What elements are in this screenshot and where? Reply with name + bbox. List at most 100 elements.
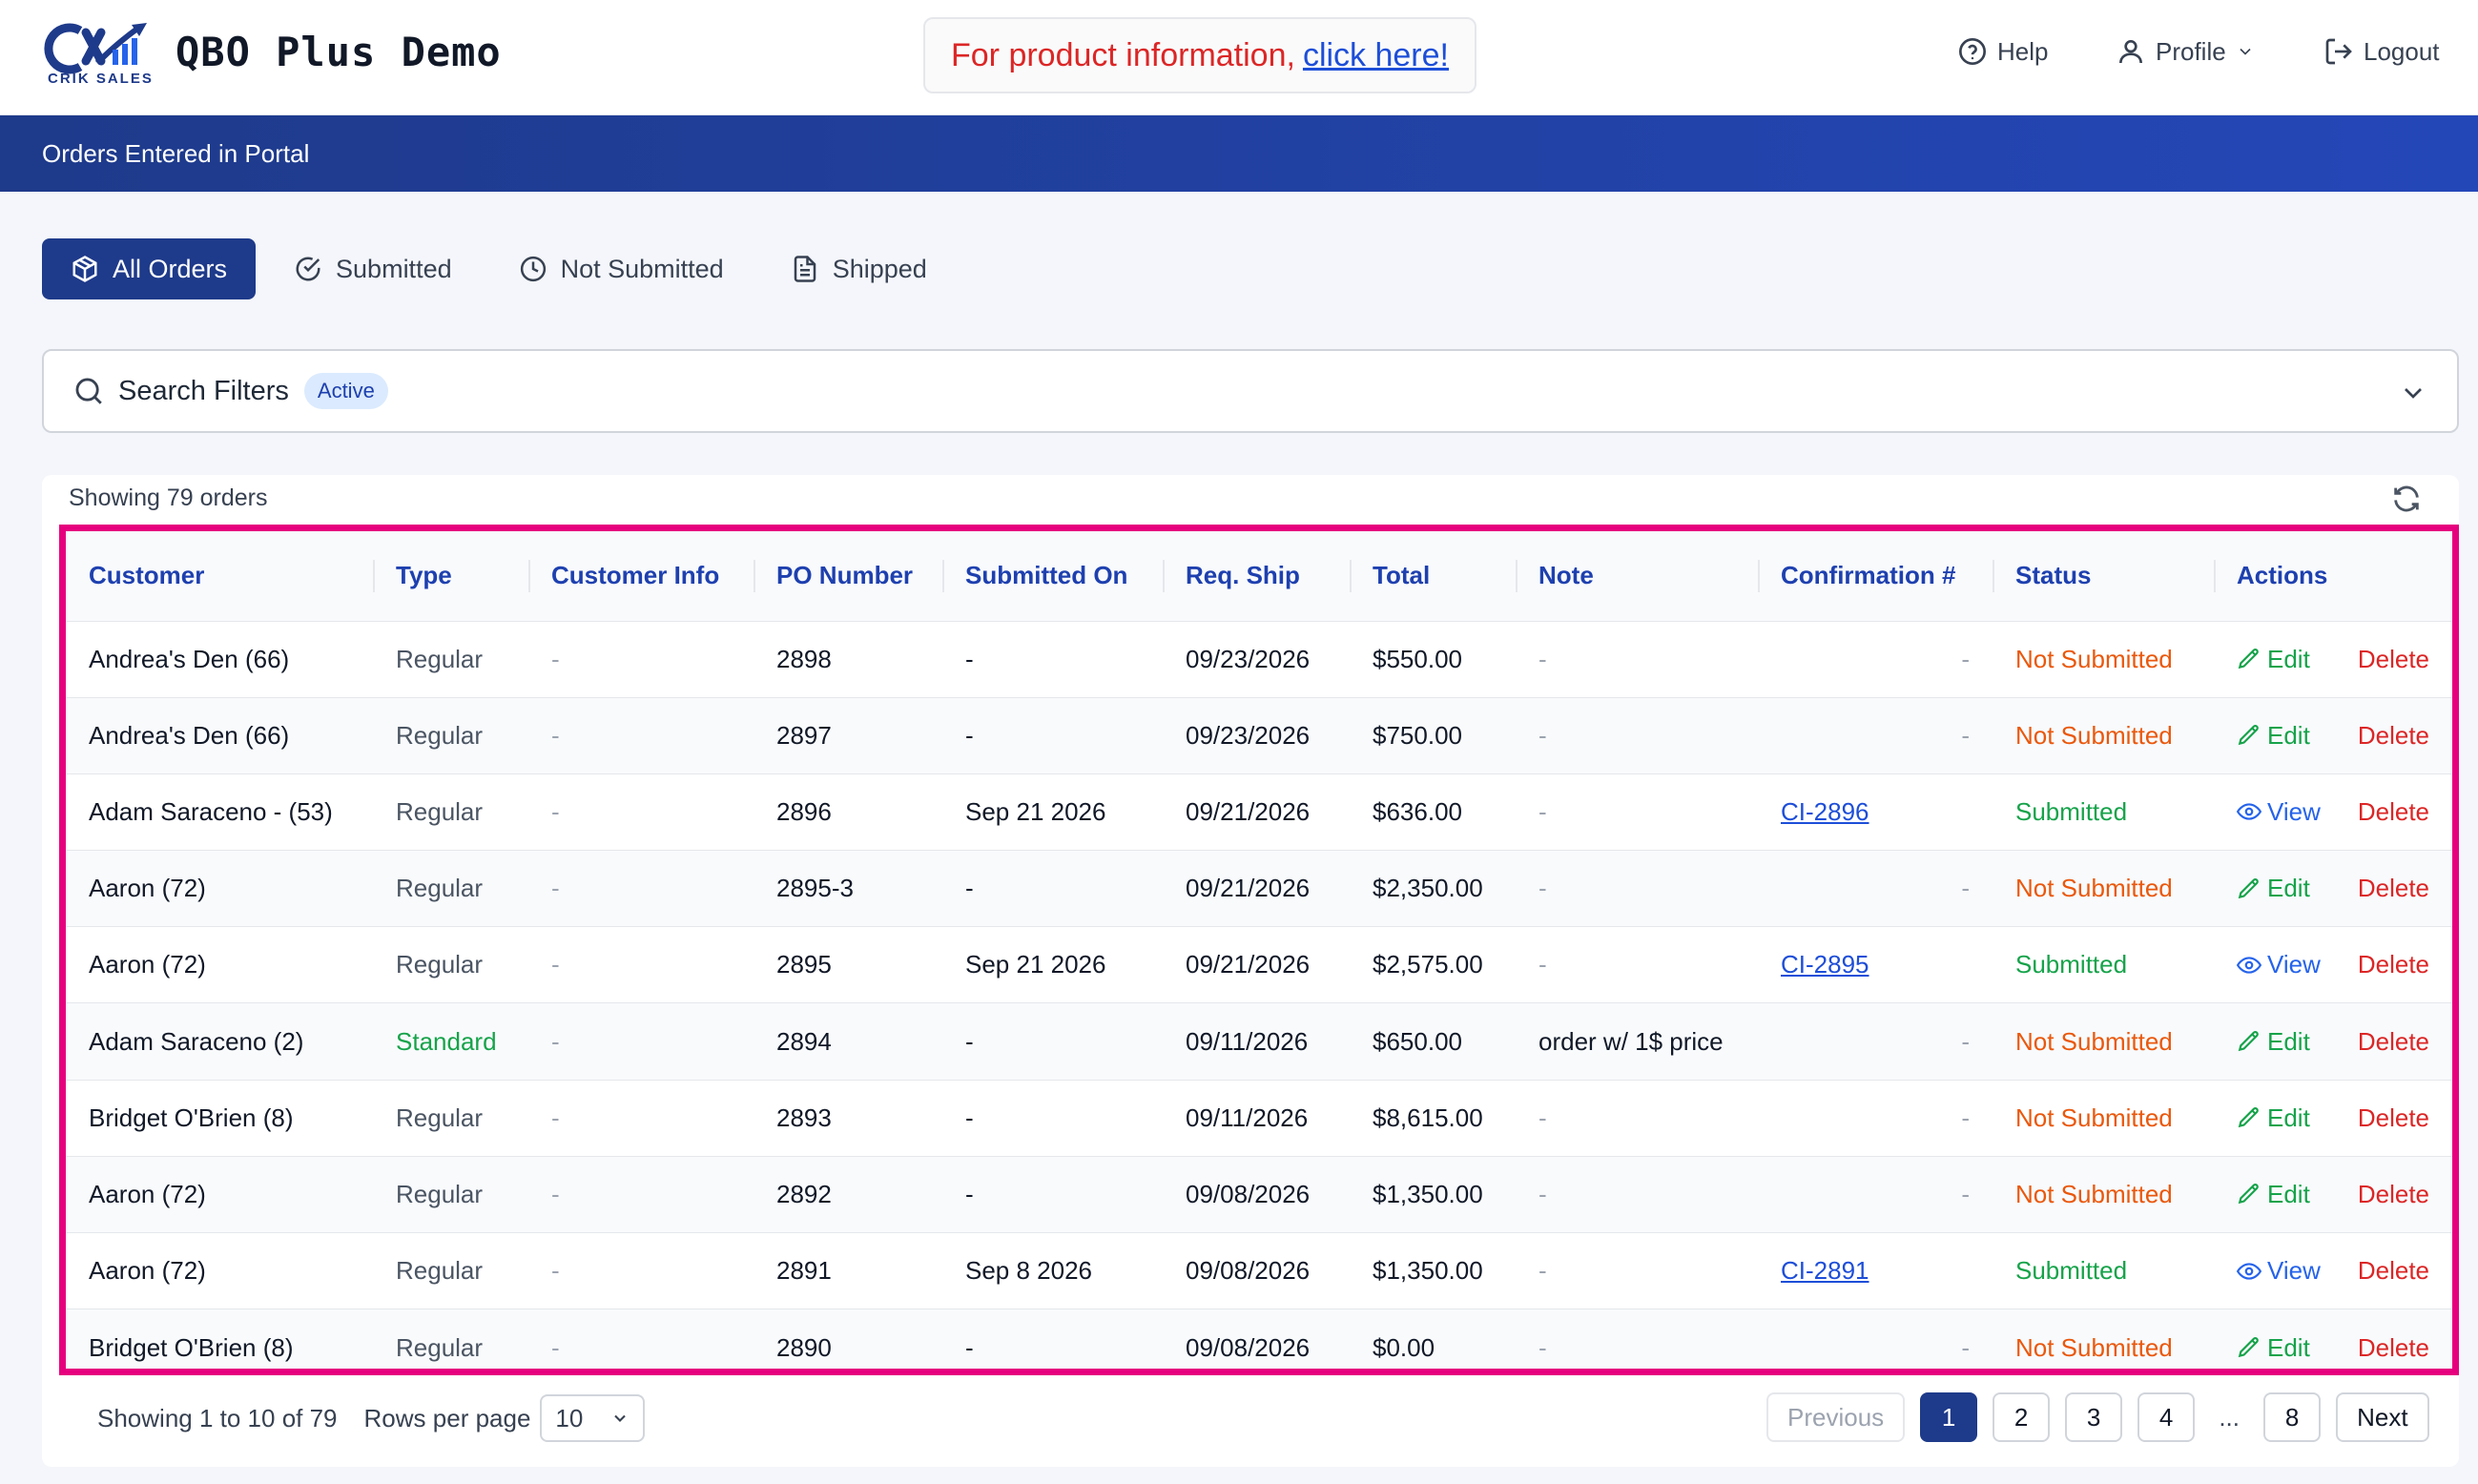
confirmation-link[interactable]: CI-2896 [1781, 797, 1869, 826]
customer-info-cell: - [528, 1079, 754, 1157]
customer-info-cell: - [528, 926, 754, 1003]
total-cell: $8,615.00 [1350, 1079, 1516, 1157]
edit-button[interactable]: Edit [2237, 1333, 2329, 1363]
submitted-on-cell: - [942, 1079, 1163, 1157]
column-header-type[interactable]: Type [373, 531, 528, 621]
page-button-3[interactable]: 3 [2065, 1392, 2123, 1442]
submitted-on-cell: - [942, 620, 1163, 698]
search-filters-toggle[interactable]: Search Filters Active [42, 349, 2459, 433]
confirmation-link[interactable]: CI-2895 [1781, 950, 1869, 979]
promo-link[interactable]: click here! [1303, 37, 1449, 74]
profile-label: Profile [2156, 36, 2226, 66]
column-header-status[interactable]: Status [1993, 531, 2214, 621]
column-header-customer[interactable]: Customer [66, 531, 373, 621]
actions-cell: Edit Delete [2214, 696, 2452, 774]
help-link[interactable]: Help [1957, 36, 2048, 67]
previous-page-button[interactable]: Previous [1766, 1392, 1906, 1442]
column-header-confirmation[interactable]: Confirmation # [1758, 531, 1993, 621]
page-button-1[interactable]: 1 [1920, 1392, 1978, 1442]
delete-button[interactable]: Delete [2358, 645, 2429, 674]
box-icon [72, 256, 97, 282]
edit-button[interactable]: Edit [2237, 1103, 2329, 1133]
delete-button[interactable]: Delete [2358, 797, 2429, 827]
orders-count: Showing 79 orders [69, 484, 268, 511]
promo-text: For product information, [951, 36, 1295, 73]
edit-button[interactable]: Edit [2237, 1180, 2329, 1209]
delete-button[interactable]: Delete [2358, 721, 2429, 751]
actions-cell: Edit Delete [2214, 1155, 2452, 1233]
edit-button[interactable]: Edit [2237, 874, 2329, 903]
column-header-note[interactable]: Note [1516, 531, 1758, 621]
confirmation-link[interactable]: CI-2891 [1781, 1256, 1869, 1285]
delete-button[interactable]: Delete [2358, 1103, 2429, 1133]
eye-icon [2237, 803, 2261, 821]
delete-button[interactable]: Delete [2358, 1027, 2429, 1057]
confirmation-cell: - [1758, 850, 1993, 927]
column-header-po-number[interactable]: PO Number [754, 531, 942, 621]
logout-link[interactable]: Logout [2323, 36, 2440, 67]
page-button-2[interactable]: 2 [1993, 1392, 2051, 1442]
refresh-icon[interactable] [2390, 483, 2423, 515]
tab-submitted[interactable]: Submitted [265, 238, 481, 299]
orders-table-container: Customer Type Customer Info PO Number Su… [59, 525, 2459, 1375]
top-header: CRIK SALES QBO Plus Demo For product inf… [0, 0, 2478, 115]
column-header-total[interactable]: Total [1350, 531, 1516, 621]
column-header-customer-info[interactable]: Customer Info [528, 531, 754, 621]
customer-cell: Aaron (72) [66, 1155, 373, 1233]
submitted-on-cell: - [942, 1309, 1163, 1369]
total-cell: $2,575.00 [1350, 926, 1516, 1003]
pencil-icon [2238, 1337, 2259, 1358]
confirmation-cell: - [1758, 620, 1993, 698]
tab-shipped[interactable]: Shipped [762, 238, 956, 299]
total-cell: $650.00 [1350, 1002, 1516, 1081]
edit-button[interactable]: Edit [2237, 1027, 2329, 1057]
type-cell: Standard [373, 1002, 528, 1081]
chevron-down-icon[interactable] [2398, 378, 2428, 408]
orders-table: Customer Type Customer Info PO Number Su… [66, 531, 2452, 1369]
next-page-button[interactable]: Next [2336, 1392, 2429, 1442]
delete-button[interactable]: Delete [2358, 950, 2429, 979]
pagination: Previous 1 2 3 4 ... 8 Next [1766, 1392, 2429, 1442]
delete-button[interactable]: Delete [2358, 1180, 2429, 1209]
action-label: Edit [2267, 874, 2310, 903]
delete-button[interactable]: Delete [2358, 874, 2429, 903]
tab-not-submitted[interactable]: Not Submitted [490, 238, 753, 299]
total-cell: $2,350.00 [1350, 850, 1516, 927]
total-cell: $0.00 [1350, 1309, 1516, 1369]
customer-cell: Aaron (72) [66, 926, 373, 1003]
type-cell: Regular [373, 773, 528, 851]
req-ship-cell: 09/11/2026 [1163, 1002, 1350, 1081]
page-button-4[interactable]: 4 [2137, 1392, 2196, 1442]
column-header-req-ship[interactable]: Req. Ship [1163, 531, 1350, 621]
table-row: Aaron (72) Regular -2892-09/08/2026 $1,350.… [66, 1155, 2452, 1233]
pencil-icon [2238, 725, 2259, 746]
table-row: Aaron (72) Regular -2891 Sep 8 2026 09/08/20… [66, 1231, 2452, 1309]
table-row: Bridget O'Brien (8) Regular -2893-09/11/20… [66, 1079, 2452, 1157]
page-button-8[interactable]: 8 [2263, 1392, 2322, 1442]
view-button[interactable]: View [2237, 797, 2329, 827]
delete-button[interactable]: Delete [2358, 1333, 2429, 1363]
table-row: Adam Saraceno - (53) Regular -2896 Sep 21 2… [66, 773, 2452, 851]
page-banner: Orders Entered in Portal [0, 115, 2478, 192]
profile-menu[interactable]: Profile [2116, 36, 2255, 67]
customer-info-cell: - [528, 1231, 754, 1309]
edit-button[interactable]: Edit [2237, 645, 2329, 674]
customer-cell: Andrea's Den (66) [66, 696, 373, 774]
note-cell: - [1516, 850, 1758, 927]
total-cell: $1,350.00 [1350, 1231, 1516, 1309]
edit-button[interactable]: Edit [2237, 721, 2329, 751]
rows-per-page-select[interactable]: 10 [540, 1394, 646, 1442]
view-button[interactable]: View [2237, 1256, 2329, 1286]
customer-info-cell: - [528, 773, 754, 851]
type-cell: Regular [373, 696, 528, 774]
tab-all-orders[interactable]: All Orders [42, 238, 257, 299]
view-button[interactable]: View [2237, 950, 2329, 979]
action-label: Edit [2267, 1179, 2310, 1208]
table-row: Adam Saraceno (2) Standard -2894-09/11/202… [66, 1002, 2452, 1081]
delete-button[interactable]: Delete [2358, 1256, 2429, 1286]
column-header-actions: Actions [2214, 531, 2452, 621]
confirmation-cell: CI-2896 [1758, 773, 1993, 851]
order-tabs: All Orders Submitted Not Submitted Shipp… [42, 231, 956, 307]
po-number-cell: 2895 [754, 926, 942, 1003]
column-header-submitted-on[interactable]: Submitted On [942, 531, 1163, 621]
